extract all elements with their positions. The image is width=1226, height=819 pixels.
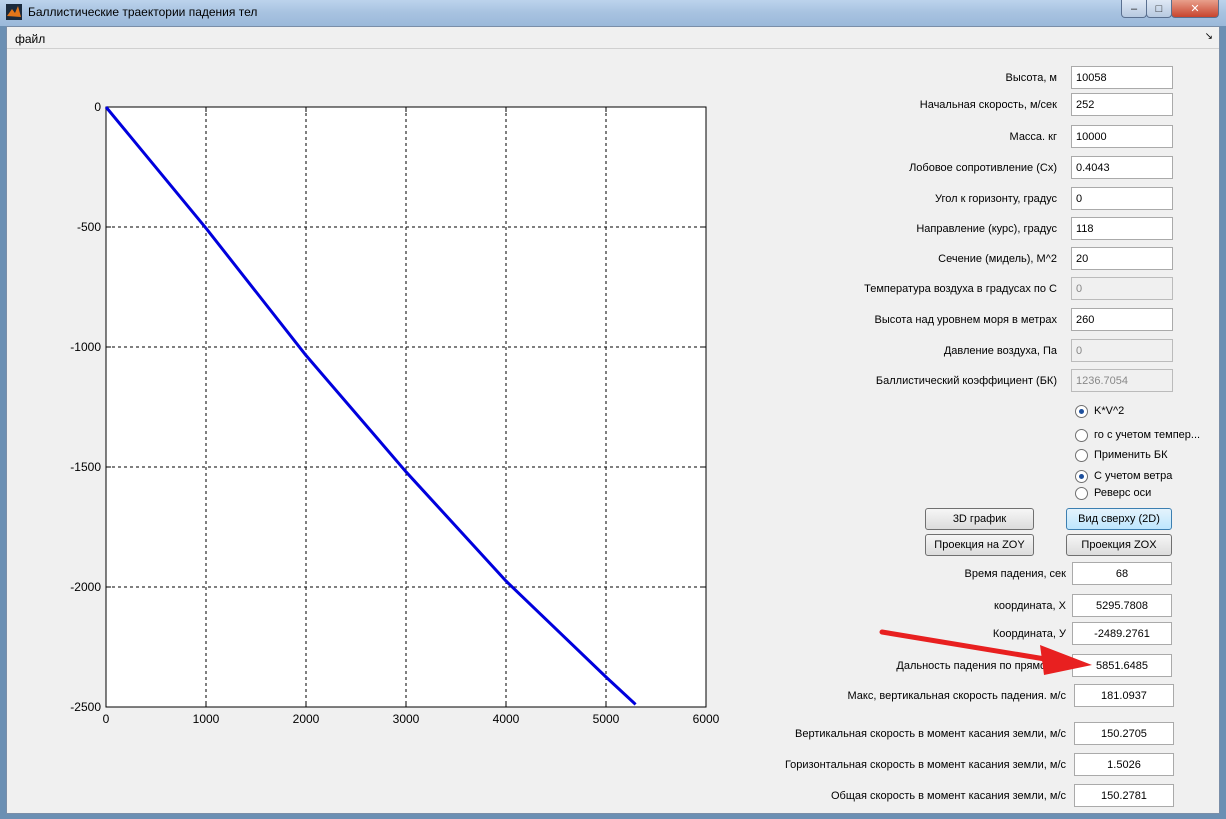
radio-icon[interactable]	[1075, 448, 1088, 462]
y-tick-label: 0	[94, 100, 101, 114]
radio-icon[interactable]	[1075, 486, 1088, 500]
param-label: Высота над уровнем моря в метрах	[874, 314, 1057, 326]
radio-icon[interactable]	[1075, 404, 1088, 418]
x-tick-label: 6000	[693, 712, 720, 726]
result-label: Общая скорость в момент касания земли, м…	[831, 790, 1066, 802]
result-value: -2489.2761	[1072, 622, 1172, 645]
option-radio[interactable]: С учетом ветра	[1075, 467, 1172, 485]
param-label: Угол к горизонту, градус	[935, 193, 1057, 205]
x-tick-label: 5000	[593, 712, 620, 726]
result-label: Вертикальная скорость в момент касания з…	[795, 728, 1066, 740]
param-input: 1236.7054	[1071, 369, 1173, 392]
param-input[interactable]: 0	[1071, 187, 1173, 210]
option-radio[interactable]: го с учетом темпер...	[1075, 426, 1200, 444]
y-tick-label: -1500	[70, 460, 101, 474]
result-value: 150.2781	[1074, 784, 1174, 807]
result-label: координата, Х	[993, 600, 1066, 612]
y-tick-label: -500	[77, 220, 101, 234]
param-input[interactable]: 10058	[1071, 66, 1173, 89]
result-label: Координата, У	[992, 628, 1066, 640]
param-label: Высота, м	[1005, 72, 1057, 84]
y-tick-label: -2500	[70, 700, 101, 714]
option-label: Применить БК	[1094, 449, 1168, 461]
top-view-2d-button[interactable]: Вид сверху (2D)	[1066, 508, 1172, 530]
param-input: 0	[1071, 339, 1173, 362]
param-label: Сечение (мидель), М^2	[938, 253, 1057, 265]
param-input[interactable]: 0.4043	[1071, 156, 1173, 179]
param-label: Направление (курс), градус	[916, 223, 1057, 235]
y-tick-label: -2000	[70, 580, 101, 594]
option-label: го с учетом темпер...	[1094, 429, 1201, 441]
plot-3d-button[interactable]: 3D график	[925, 508, 1034, 530]
result-value: 5295.7808	[1072, 594, 1172, 617]
param-label: Лобовое сопротивление (Cx)	[909, 162, 1057, 174]
param-label: Баллистический коэффициент (БК)	[875, 375, 1057, 387]
param-input[interactable]: 252	[1071, 93, 1173, 116]
radio-icon[interactable]	[1075, 428, 1088, 442]
radio-icon[interactable]	[1075, 469, 1088, 483]
param-input[interactable]: 118	[1071, 217, 1173, 240]
x-tick-label: 4000	[493, 712, 520, 726]
result-label: Дальность падения по прямой, м	[896, 660, 1066, 672]
param-label: Давление воздуха, Па	[943, 345, 1057, 357]
x-tick-label: 3000	[393, 712, 420, 726]
result-value: 150.2705	[1074, 722, 1174, 745]
x-tick-label: 0	[103, 712, 110, 726]
option-label: С учетом ветра	[1094, 470, 1173, 482]
x-tick-label: 2000	[293, 712, 320, 726]
result-value: 1.5026	[1074, 753, 1174, 776]
param-input[interactable]: 10000	[1071, 125, 1173, 148]
result-label: Время падения, сек	[964, 568, 1066, 580]
param-label: Температура воздуха в градусах по С	[864, 283, 1057, 295]
projection-zoy-button[interactable]: Проекция на ZOY	[925, 534, 1034, 556]
param-label: Начальная скорость, м/сек	[919, 99, 1057, 111]
option-label: Реверс оси	[1094, 487, 1152, 499]
param-input: 0	[1071, 277, 1173, 300]
y-tick-label: -1000	[70, 340, 101, 354]
param-input[interactable]: 20	[1071, 247, 1173, 270]
result-label: Макс, вертикальная скорость падения. м/с	[847, 690, 1066, 702]
result-label: Горизонтальная скорость в момент касания…	[784, 759, 1066, 771]
projection-zox-button[interactable]: Проекция ZOX	[1066, 534, 1172, 556]
param-label: Масса. кг	[1009, 131, 1057, 143]
result-value: 68	[1072, 562, 1172, 585]
option-label: K*V^2	[1094, 405, 1125, 417]
option-radio[interactable]: K*V^2	[1075, 402, 1124, 420]
option-radio[interactable]: Применить БК	[1075, 446, 1168, 464]
param-input[interactable]: 260	[1071, 308, 1173, 331]
option-radio[interactable]: Реверс оси	[1075, 484, 1151, 502]
x-tick-label: 1000	[193, 712, 220, 726]
result-value: 181.0937	[1074, 684, 1174, 707]
result-value: 5851.6485	[1072, 654, 1172, 677]
